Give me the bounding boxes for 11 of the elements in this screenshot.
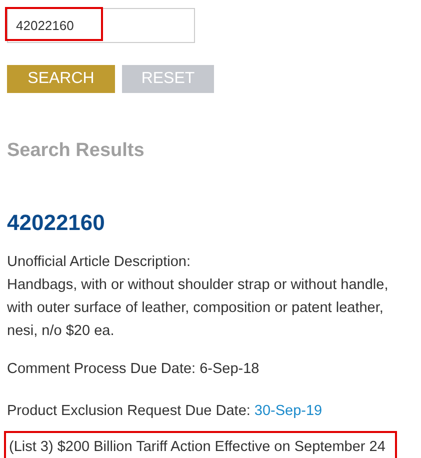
reset-button[interactable]: RESET (122, 65, 214, 93)
exclusion-due-date: 30-Sep-19 (254, 402, 322, 420)
search-button[interactable]: SEARCH (7, 65, 115, 93)
description-label: Unofficial Article Description: (7, 252, 192, 272)
comment-due-date: Comment Process Due Date: 6-Sep-18 (7, 360, 260, 378)
exclusion-due-label: Product Exclusion Request Due Date: (7, 402, 250, 420)
search-input[interactable]: 42022160 (8, 9, 194, 42)
description-text: Handbags, with or without shoulder strap or without handle, with outer surface of leather, composition or patent leather, nesi, n/o $20 ea. (7, 276, 390, 340)
section-title: Search Results (7, 139, 146, 163)
result-code: 42022160 (7, 208, 106, 236)
notice-text: (List 3) $200 Billion Tariff Action Effective on September 24 (9, 438, 386, 454)
